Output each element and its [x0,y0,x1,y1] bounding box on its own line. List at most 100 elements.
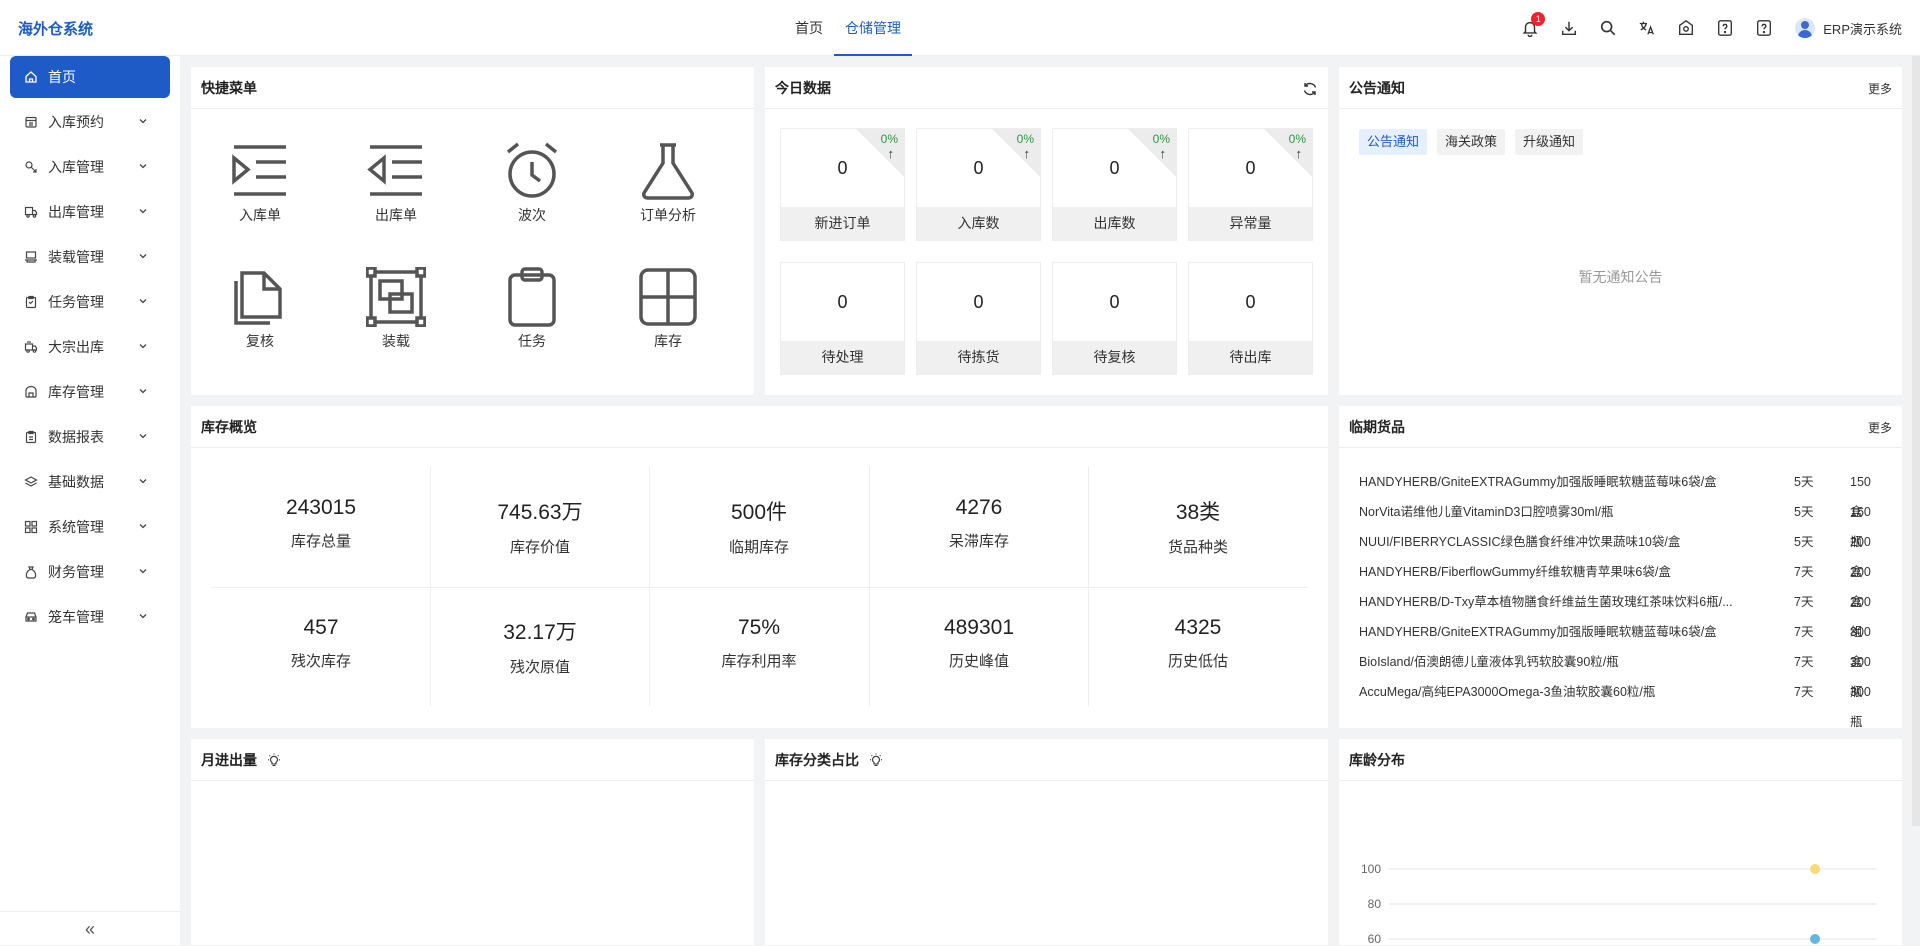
stat-value: 500件 [730,501,788,524]
list-item[interactable]: NorVita诺维他儿童VitaminD3口腔喷雾30ml/瓶 5天 160瓶 [1359,497,1879,549]
card-title: 今日数据 [765,67,1328,109]
sidebar-item-loading-management[interactable]: 装载管理 [10,236,170,278]
bulk-truck-icon [24,340,38,354]
quick-menu-loading[interactable]: 装载 [331,267,461,351]
notification-badge: 1 [1531,12,1546,26]
lightbulb-icon[interactable] [267,753,281,767]
user-menu[interactable]: ERP演示系统 [1795,18,1902,38]
days-left: 7天 [1794,595,1814,609]
quick-menu-inventory[interactable]: 库存 [603,267,733,351]
translate-icon[interactable] [1638,19,1656,37]
sidebar-item-inbound-management[interactable]: 入库管理 [10,146,170,188]
list-item[interactable]: HANDYHERB/GniteEXTRAGummy加强版睡眠软糖蓝莓味6袋/盒 7… [1359,617,1879,669]
stat-exception-count[interactable]: 0% ↑ 0 异常量 [1188,128,1313,241]
stat-defective-inventory: 457 残次库存 [211,616,431,671]
age-distribution-chart: 100806040 [1361,862,1877,945]
stat-to-pick[interactable]: 0 待拣货 [916,262,1041,375]
sidebar-item-inbound-reservation[interactable]: 入库预约 [10,101,170,143]
category-ratio-title: 库存分类占比 [775,752,859,768]
sidebar: 首页 入库预约 入库管理 出库管理 装载管理 任务管理 大宗出库 库存管理 数据… [0,56,180,945]
stat-to-ship[interactable]: 0 待出库 [1188,262,1313,375]
top-nav-warehouse[interactable]: 仓储管理 [834,0,912,56]
quick-menu-review[interactable]: 复核 [195,267,325,351]
flask-icon [642,143,694,200]
stat-label: 库存利用率 [721,653,797,670]
sidebar-item-inventory-management[interactable]: 库存管理 [10,371,170,413]
help-icon[interactable] [1716,19,1734,37]
stat-value: 0 [1109,158,1120,178]
quick-menu-label: 入库单 [239,207,281,223]
stat-label: 待拣货 [917,341,1040,374]
clipboard-icon [24,295,38,309]
stat-value: 0 [837,158,848,178]
stat-to-review[interactable]: 0 待复核 [1052,262,1177,375]
stat-historical-peak: 489301 历史峰值 [869,616,1089,671]
outbound-truck-icon [24,205,38,219]
stat-label: 待处理 [781,341,904,374]
stat-label: 异常量 [1189,207,1312,240]
chevron-down-icon [139,569,147,574]
y-tick-label: 60 [1368,932,1382,945]
download-icon[interactable] [1560,19,1578,37]
search-icon[interactable] [1599,19,1617,37]
stat-value: 745.63万 [497,501,583,524]
stat-new-orders[interactable]: 0% ↑ 0 新进订单 [780,128,905,241]
quick-menu-wave[interactable]: 波次 [467,141,597,225]
sidebar-item-finance-management[interactable]: 财务管理 [10,551,170,593]
inventory-overview-card: 库存概览 243015 库存总量 745.63万 库存价值 500件 临期库存 … [191,406,1328,728]
list-item[interactable]: HANDYHERB/D-Txy草本植物膳食纤维益生菌玫瑰红茶味饮料6瓶/... 7… [1359,587,1879,639]
tab-announcements[interactable]: 公告通知 [1359,129,1428,155]
list-item[interactable]: BioIsland/佰澳朗德儿童液体乳钙软胶囊90粒/瓶 7天 300瓶 [1359,647,1879,699]
stat-value: 243015 [285,496,357,519]
announcements-title: 公告通知 [1349,80,1405,96]
stat-inbound-count[interactable]: 0% ↑ 0 入库数 [916,128,1041,241]
sidebar-item-home[interactable]: 首页 [10,56,170,98]
sidebar-item-outbound-management[interactable]: 出库管理 [10,191,170,233]
list-item[interactable]: NUUI/FIBERRYCLASSIC绿色膳食纤维冲饮果蔬味10袋/盒 5天 200… [1359,527,1879,579]
quick-menu-label: 出库单 [375,207,417,223]
days-left: 5天 [1794,475,1814,489]
sidebar-item-label: 数据报表 [48,429,104,445]
more-link[interactable]: 更多 [1868,407,1892,449]
sidebar-item-basic-data[interactable]: 基础数据 [10,461,170,503]
card-title: 库存概览 [191,406,1328,448]
sidebar-item-bulk-outbound[interactable]: 大宗出库 [10,326,170,368]
layers-icon [24,475,38,489]
scatter-point[interactable] [1810,934,1821,944]
top-nav-home[interactable]: 首页 [784,0,834,56]
list-item[interactable]: AccuMega/高纯EPA3000Omega-3鱼油软胶囊60粒/瓶 7天 300… [1359,677,1879,729]
tab-upgrade-notice[interactable]: 升级通知 [1515,129,1584,155]
more-link[interactable]: 更多 [1868,68,1892,110]
app-logo[interactable]: 海外仓系统 [18,18,93,39]
stat-label: 入库数 [917,207,1040,240]
bell-icon[interactable]: 1 [1521,12,1546,37]
sidebar-item-data-reports[interactable]: 数据报表 [10,416,170,458]
scatter-point[interactable] [1810,864,1821,874]
quick-menu-inbound-order[interactable]: 入库单 [195,141,325,225]
quick-menu-order-analysis[interactable]: 订单分析 [603,141,733,225]
tab-customs-policy[interactable]: 海关政策 [1437,129,1506,155]
stat-value: 489301 [943,616,1015,639]
sidebar-item-label: 大宗出库 [48,339,104,355]
product-name: NorVita诺维他儿童VitaminD3口腔喷雾30ml/瓶 [1359,505,1614,519]
sidebar-item-task-management[interactable]: 任务管理 [10,281,170,323]
page-scrollbar[interactable] [1912,56,1920,826]
stat-value: 4325 [1174,616,1222,639]
list-item[interactable]: HANDYHERB/FiberflowGummy纤维软糖青苹果味6袋/盒 7天 20… [1359,557,1879,609]
home-shield-icon[interactable] [1677,19,1695,37]
stat-outbound-count[interactable]: 0% ↑ 0 出库数 [1052,128,1177,241]
help-doc-icon[interactable] [1755,19,1773,37]
days-left: 7天 [1794,625,1814,639]
list-item[interactable]: HANDYHERB/GniteEXTRAGummy加强版睡眠软糖蓝莓味6袋/盒 5… [1359,467,1879,519]
quick-menu-task[interactable]: 任务 [467,267,597,351]
sidebar-item-cage-cart-management[interactable]: 笼车管理 [10,596,170,638]
sidebar-collapse-button[interactable]: « [0,911,180,945]
warehouse-icon [24,385,38,399]
sidebar-item-system-management[interactable]: 系统管理 [10,506,170,548]
quick-menu-outbound-order[interactable]: 出库单 [331,141,461,225]
stat-pending[interactable]: 0 待处理 [780,262,905,375]
refresh-icon[interactable] [1302,81,1318,97]
grid-icon [24,520,38,534]
lightbulb-icon[interactable] [869,753,883,767]
stat-value: 32.17万 [503,621,577,644]
